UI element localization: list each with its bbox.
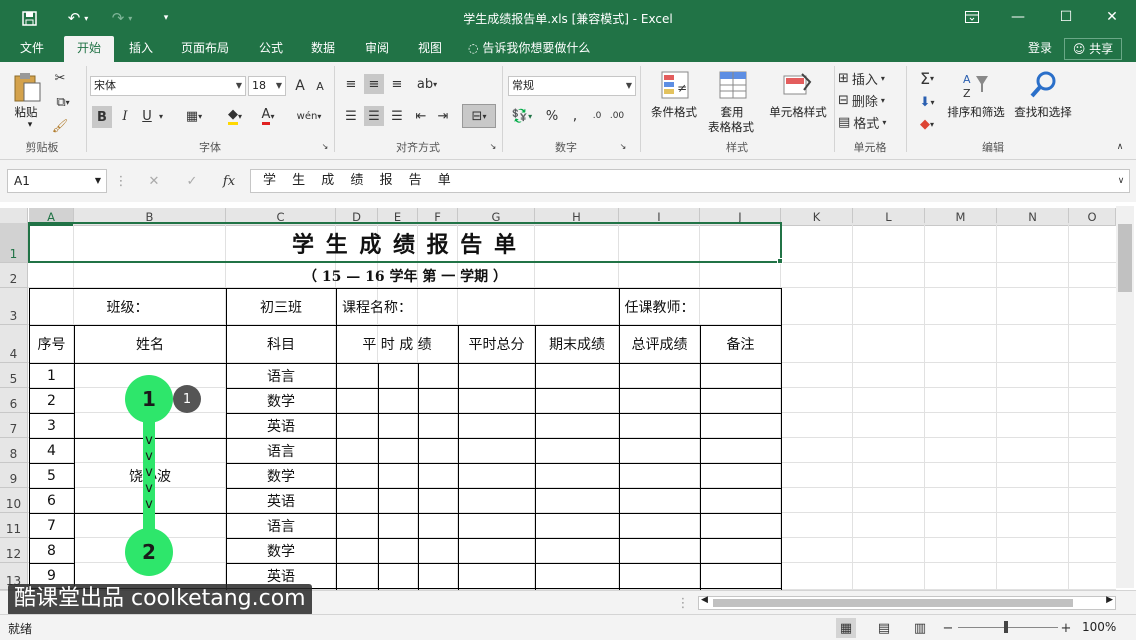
- zoom-slider-track[interactable]: [958, 627, 1058, 628]
- chevron-down-icon: v: [145, 496, 153, 512]
- normal-view-icon[interactable]: ▦: [836, 618, 856, 638]
- scroll-thumb[interactable]: [713, 599, 1073, 607]
- scroll-left-icon[interactable]: ◀: [701, 595, 708, 605]
- annotation-start-marker: 1: [142, 387, 156, 411]
- chevron-down-icon: v: [145, 464, 153, 480]
- annotation-end-marker: 2: [142, 540, 156, 564]
- status-ready: 就绪: [8, 622, 33, 636]
- excel-window: ↶ ▾ ↷ ▾ ▾ 学生成绩报告单.xls [兼容模式] - Excel — ☐ ✕…: [0, 0, 1136, 640]
- status-bar: 就绪 ▦ ▤ ▥ − + 100%: [0, 614, 1136, 640]
- watermark-text: 酷课堂出品 coolketang.com: [8, 584, 312, 616]
- page-layout-view-icon[interactable]: ▤: [874, 618, 894, 638]
- zoom-level[interactable]: 100%: [1082, 620, 1116, 634]
- zoom-in-button[interactable]: +: [1058, 618, 1074, 638]
- zoom-slider-thumb[interactable]: [1004, 621, 1008, 633]
- chevron-down-icon: v: [145, 448, 153, 464]
- scroll-right-icon[interactable]: ▶: [1106, 595, 1113, 605]
- chevron-down-icon: v: [145, 432, 153, 448]
- page-break-view-icon[interactable]: ▥: [910, 618, 930, 638]
- annotation-badge-number: 1: [182, 391, 192, 407]
- zoom-out-button[interactable]: −: [940, 618, 956, 638]
- chevron-down-icon: v: [145, 480, 153, 496]
- horizontal-scrollbar[interactable]: ◀ ▶: [698, 595, 1116, 610]
- sheet-bar-grip-icon: ⋮: [676, 595, 690, 611]
